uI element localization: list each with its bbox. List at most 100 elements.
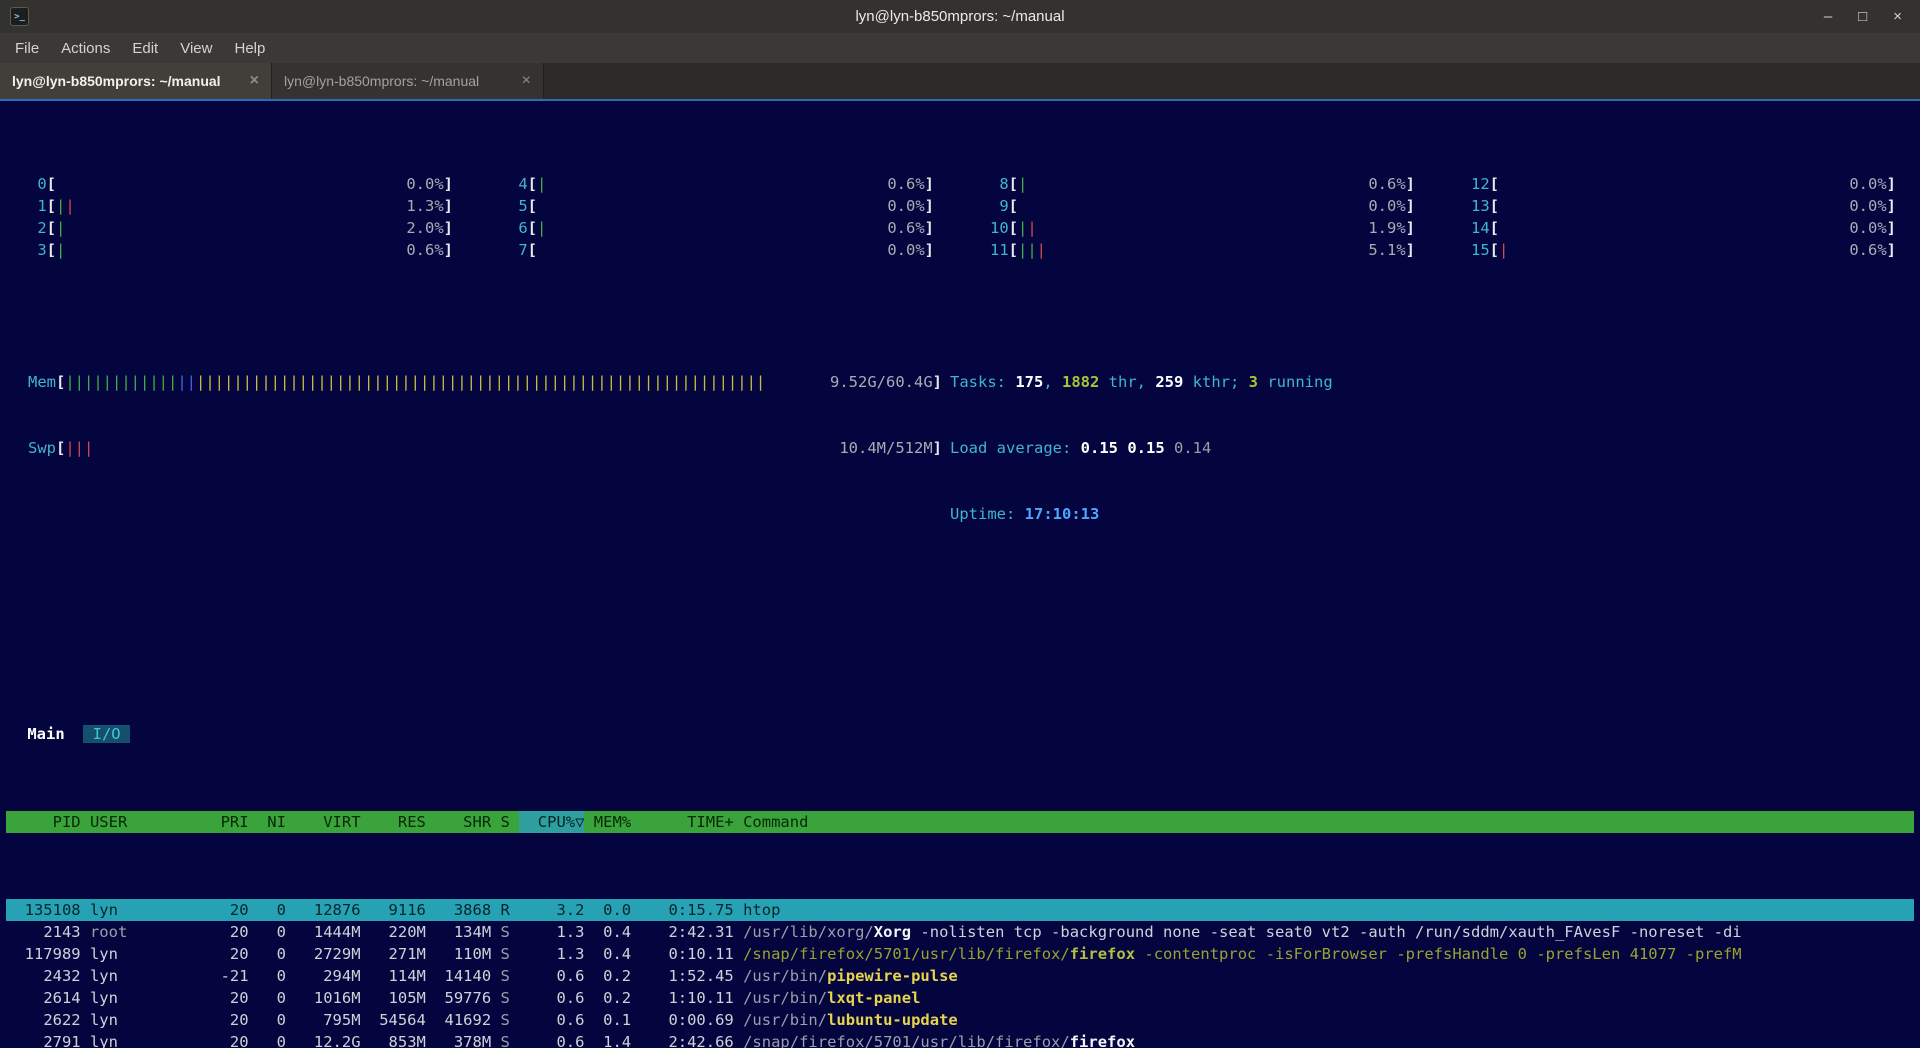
menu-item-file[interactable]: File — [4, 36, 50, 61]
cpu-number: 6 — [509, 217, 528, 239]
cpu-percent: 0.6% — [406, 239, 443, 261]
bracket-open — [528, 239, 537, 261]
process-row-2622[interactable]: 2622lyn200795M5456441692S0.60.10:00.69/u… — [6, 1009, 1914, 1031]
maximize-icon[interactable]: □ — [1858, 0, 1867, 33]
column-header-virt[interactable]: VIRT — [286, 811, 361, 833]
process-row-2791[interactable]: 2791lyn20012.2G853M378MS0.61.42:42.66/sn… — [6, 1031, 1914, 1048]
screen-tab-io[interactable]: I/O — [83, 725, 130, 743]
bracket-open — [1490, 217, 1499, 239]
process-command: htop — [734, 899, 1914, 921]
column-header-user[interactable]: USER — [81, 811, 193, 833]
swp-usage-text: 10.4M/512M — [839, 437, 932, 459]
kthreads-count: 259 — [1155, 373, 1183, 391]
column-header-shr[interactable]: SHR — [426, 811, 491, 833]
process-row-2432[interactable]: 2432lyn-210294M114M14140S0.60.21:52.45/u… — [6, 965, 1914, 987]
cpu-number: 11 — [990, 239, 1009, 261]
tasks-count: 175 — [1015, 373, 1043, 391]
bracket-open — [1009, 195, 1018, 217]
process-row-117989[interactable]: 117989lyn2002729M271M110MS1.30.40:10.11/… — [6, 943, 1914, 965]
cpu-meter-14: 140.0% — [1471, 217, 1896, 239]
process-row-2143[interactable]: 2143root2001444M220M134MS1.30.42:42.31/u… — [6, 921, 1914, 943]
tab-bar: lyn@lyn-b850mprors: ~/manual×lyn@lyn-b85… — [0, 63, 1920, 99]
terminal-tab-1[interactable]: lyn@lyn-b850mprors: ~/manual × — [0, 63, 272, 99]
column-header-s[interactable]: S — [491, 811, 519, 833]
process-command: /usr/bin/lxqt-panel — [734, 987, 1914, 1009]
cpu-number: 15 — [1471, 239, 1490, 261]
column-header-cmd[interactable]: Command — [734, 811, 1914, 833]
htop-terminal[interactable]: 00.0%4|0.6%8|0.6%120.0%1||1.3%50.0%90.0%… — [0, 99, 1920, 1048]
column-header-pri[interactable]: PRI — [193, 811, 249, 833]
terminal-icon — [10, 7, 29, 26]
bracket-close — [925, 195, 934, 217]
cpu-percent: 0.0% — [887, 195, 924, 217]
load-5min: 0.15 — [1127, 439, 1174, 457]
cpu-meter-2: 2|2.0% — [28, 217, 453, 239]
tab-close-icon[interactable]: × — [522, 72, 531, 90]
running-count: 3 — [1249, 373, 1258, 391]
qterminal-window: lyn@lyn-b850mprors: ~/manual – □ × FileA… — [0, 0, 1920, 1048]
column-header-time[interactable]: TIME+ — [631, 811, 734, 833]
bracket-close — [1887, 239, 1896, 261]
cpu-number: 10 — [990, 217, 1009, 239]
bracket-close — [925, 239, 934, 261]
menu-item-help[interactable]: Help — [223, 36, 276, 61]
bracket-open — [528, 173, 537, 195]
close-icon[interactable]: × — [1893, 0, 1902, 33]
process-command: /usr/lib/xorg/Xorg -nolisten tcp -backgr… — [734, 921, 1914, 943]
menu-item-actions[interactable]: Actions — [50, 36, 121, 61]
cpu-bars: | — [537, 217, 546, 239]
bracket-open — [47, 173, 56, 195]
tasks-label: Tasks: — [950, 373, 1015, 391]
cpu-percent: 1.9% — [1368, 217, 1405, 239]
tab-close-icon[interactable]: × — [250, 72, 259, 90]
mem-usage-text: 9.52G/60.4G — [830, 371, 933, 393]
uptime-value: 17:10:13 — [1025, 505, 1100, 523]
cpu-percent: 0.6% — [887, 173, 924, 195]
bracket-close — [1406, 217, 1415, 239]
bracket-open — [1009, 239, 1018, 261]
cpu-percent: 0.6% — [1368, 173, 1405, 195]
bracket-close — [444, 195, 453, 217]
process-command: /usr/bin/lubuntu-update — [734, 1009, 1914, 1031]
bracket-close — [933, 437, 942, 459]
column-header-mem[interactable]: MEM% — [584, 811, 631, 833]
cpu-percent: 1.3% — [406, 195, 443, 217]
tab-label: lyn@lyn-b850mprors: ~/manual — [12, 73, 242, 89]
minimize-icon[interactable]: – — [1824, 0, 1832, 33]
cpu-number: 5 — [509, 195, 528, 217]
terminal-tab-2[interactable]: lyn@lyn-b850mprors: ~/manual× — [272, 63, 544, 99]
process-row-2614[interactable]: 2614lyn2001016M105M59776S0.60.21:10.11/u… — [6, 987, 1914, 1009]
cpu-meters: 00.0%4|0.6%8|0.6%120.0%1||1.3%50.0%90.0%… — [6, 173, 1914, 261]
bracket-close — [1887, 173, 1896, 195]
cpu-number: 9 — [990, 195, 1009, 217]
menu-item-view[interactable]: View — [169, 36, 223, 61]
column-header-pid[interactable]: PID — [6, 811, 81, 833]
process-row-135108[interactable]: 135108lyn2001287691163868R3.20.00:15.75h… — [6, 899, 1914, 921]
cpu-bars: | — [1018, 173, 1027, 195]
cpu-meter-1: 1||1.3% — [28, 195, 453, 217]
bracket-open — [1009, 217, 1018, 239]
cpu-percent: 0.0% — [1368, 195, 1405, 217]
bracket-close — [1887, 195, 1896, 217]
bracket-open — [56, 437, 65, 459]
cpu-percent: 0.6% — [1849, 239, 1886, 261]
column-header-ni[interactable]: NI — [249, 811, 286, 833]
cpu-bars: || — [1018, 217, 1037, 239]
cpu-number: 4 — [509, 173, 528, 195]
titlebar[interactable]: lyn@lyn-b850mprors: ~/manual – □ × — [0, 0, 1920, 33]
cpu-meter-9: 9 0.0% — [990, 195, 1415, 217]
tasks-sep: , — [1043, 373, 1062, 391]
uptime-label: Uptime: — [950, 505, 1025, 523]
menu-item-edit[interactable]: Edit — [121, 36, 169, 61]
column-header-cpu[interactable]: CPU%▽ — [519, 811, 584, 833]
cpu-percent: 0.0% — [406, 173, 443, 195]
window-controls: – □ × — [1824, 0, 1910, 33]
bracket-open — [47, 195, 56, 217]
thr-label: thr, — [1099, 373, 1155, 391]
cpu-number: 12 — [1471, 173, 1490, 195]
cpu-percent: 0.0% — [1849, 195, 1886, 217]
cpu-number: 0 — [28, 173, 47, 195]
process-table-header: PIDUSERPRINIVIRTRESSHRSCPU%▽MEM%TIME+Com… — [6, 811, 1914, 833]
screen-tab-main[interactable]: Main — [18, 725, 74, 743]
column-header-res[interactable]: RES — [361, 811, 426, 833]
